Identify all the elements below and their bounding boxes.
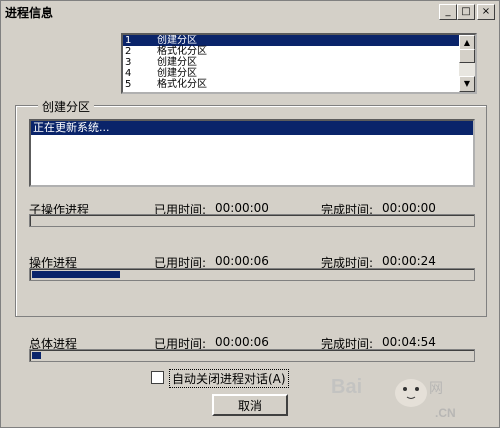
auto-close-label[interactable]: 自动关闭进程对话(A)	[169, 369, 289, 388]
group-title: 创建分区	[38, 98, 95, 115]
progress-dialog: 进程信息 _ □ × 1 创建分区 2 格式化分区 3 创建分区 4 创建分区 5 格式化分区 ▲…	[0, 0, 500, 428]
op-progress-fill	[32, 271, 120, 278]
svg-text:.CN: .CN	[435, 406, 456, 420]
svg-text:Bai: Bai	[331, 376, 362, 398]
close-button[interactable]: ×	[477, 4, 495, 20]
list-item[interactable]: 1 创建分区	[123, 35, 475, 46]
operations-list[interactable]: 1 创建分区 2 格式化分区 3 创建分区 4 创建分区 5 格式化分区 ▲ ▼	[121, 33, 477, 94]
status-log[interactable]: 正在更新系统...	[29, 119, 475, 187]
list-item-label: 创建分区	[157, 68, 197, 79]
list-item[interactable]: 3 创建分区	[123, 57, 475, 68]
title-bar[interactable]: 进程信息 _ □ ×	[1, 1, 499, 21]
scroll-down-button[interactable]: ▼	[459, 76, 475, 92]
list-item-number: 4	[125, 68, 132, 79]
auto-close-checkbox[interactable]	[151, 371, 164, 384]
total-progress-fill	[32, 352, 41, 359]
op-elapsed-value: 00:00:06	[215, 254, 269, 268]
op-remaining-value: 00:00:24	[382, 254, 436, 268]
watermark-logo: Bai 网 .CN	[331, 371, 491, 425]
total-elapsed-value: 00:00:06	[215, 335, 269, 349]
maximize-button[interactable]: □	[457, 4, 475, 20]
scroll-thumb[interactable]	[459, 49, 475, 63]
list-item-label: 创建分区	[157, 57, 197, 68]
list-item-number: 3	[125, 57, 132, 68]
cancel-button[interactable]: 取消	[212, 394, 288, 416]
list-item-number: 1	[125, 35, 132, 46]
svg-text:网: 网	[429, 381, 443, 397]
list-item[interactable]: 2 格式化分区	[123, 46, 475, 57]
list-item-number: 2	[125, 46, 132, 57]
list-item-label: 格式化分区	[157, 46, 207, 57]
list-item-label: 创建分区	[157, 35, 197, 46]
minimize-button[interactable]: _	[439, 4, 457, 20]
sub-progress-bar	[29, 214, 475, 227]
window-title: 进程信息	[5, 6, 54, 20]
total-progress-bar	[29, 349, 475, 362]
list-item-number: 5	[125, 79, 132, 90]
total-remaining-value: 00:04:54	[382, 335, 436, 349]
op-progress-bar	[29, 268, 475, 281]
list-item[interactable]: 5 格式化分区	[123, 79, 475, 90]
list-item[interactable]: 4 创建分区	[123, 68, 475, 79]
sub-elapsed-value: 00:00:00	[215, 201, 269, 215]
list-item-label: 格式化分区	[157, 79, 207, 90]
log-line: 正在更新系统...	[31, 121, 473, 135]
list-scrollbar[interactable]: ▲ ▼	[459, 35, 475, 92]
sub-remaining-value: 00:00:00	[382, 201, 436, 215]
